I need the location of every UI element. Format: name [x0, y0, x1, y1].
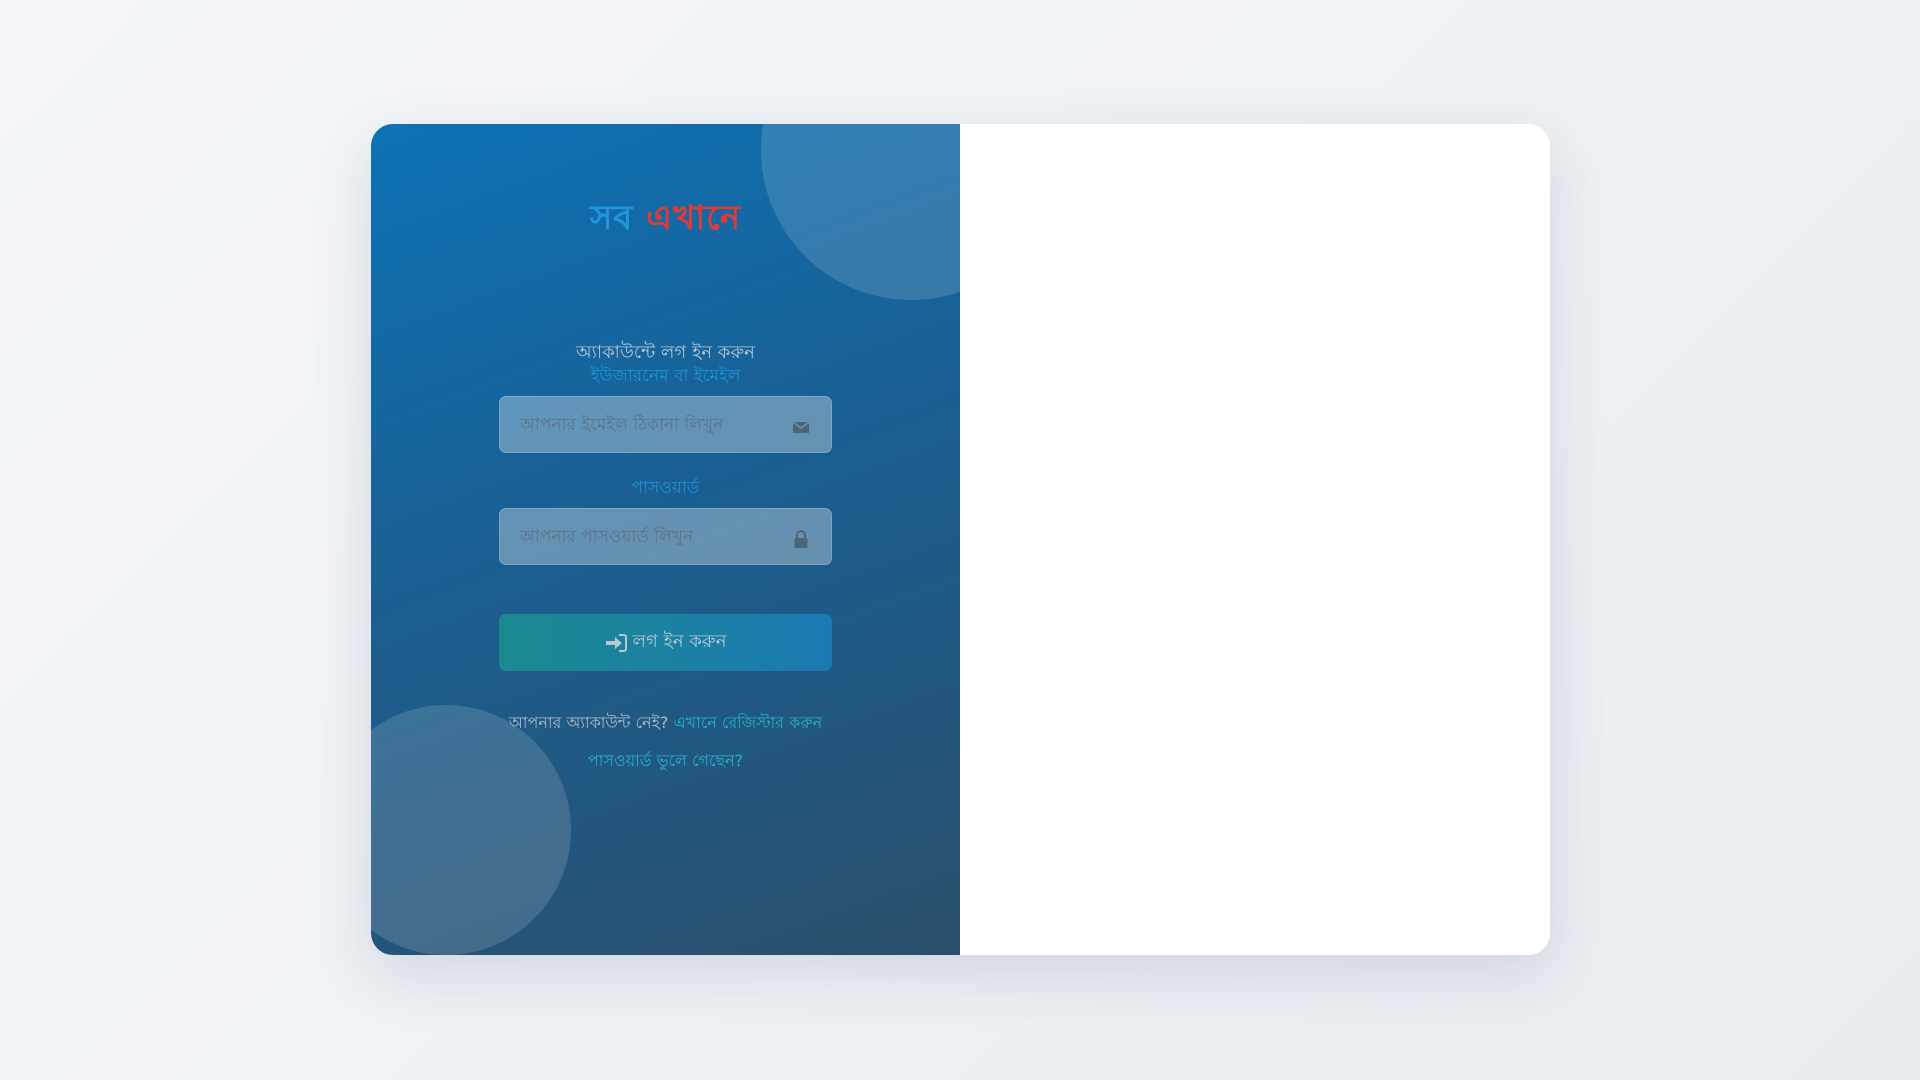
password-label: পাসওয়ার্ড [631, 478, 700, 498]
login-button[interactable]: লগ ইন করুন [499, 614, 832, 671]
lock-icon [794, 530, 808, 548]
logo-word-2: এখানে [646, 198, 742, 238]
sign-in-icon [605, 633, 627, 652]
login-panel: সব এখানে অ্যাকাউন্টে লগ ইন করুন ইউজারনেম… [371, 124, 960, 955]
username-field-wrapper [499, 396, 832, 453]
side-content-panel [960, 124, 1550, 955]
password-input[interactable] [500, 509, 831, 564]
login-card: সব এখানে অ্যাকাউন্টে লগ ইন করুন ইউজারনেম… [371, 124, 1550, 955]
no-account-text: আপনার অ্যাকাউন্ট নেই? [508, 713, 669, 732]
forgot-password-link[interactable]: পাসওয়ার্ড ভুলে গেছেন? [588, 751, 743, 770]
decorative-circle-bottom [371, 705, 571, 955]
logo-word-1: সব [589, 198, 634, 238]
register-link[interactable]: এখানে রেজিস্টার করুন [674, 713, 823, 732]
password-field-wrapper [499, 508, 832, 565]
register-prompt: আপনার অ্যাকাউন্ট নেই? এখানে রেজিস্টার কর… [371, 710, 960, 737]
envelope-icon [792, 421, 810, 433]
login-button-label: লগ ইন করুন [632, 631, 727, 652]
forgot-password-row: পাসওয়ার্ড ভুলে গেছেন? [371, 748, 960, 775]
username-label: ইউজারনেম বা ইমেইল [590, 366, 741, 386]
username-input[interactable] [500, 397, 831, 452]
site-logo[interactable]: সব এখানে [371, 192, 960, 249]
